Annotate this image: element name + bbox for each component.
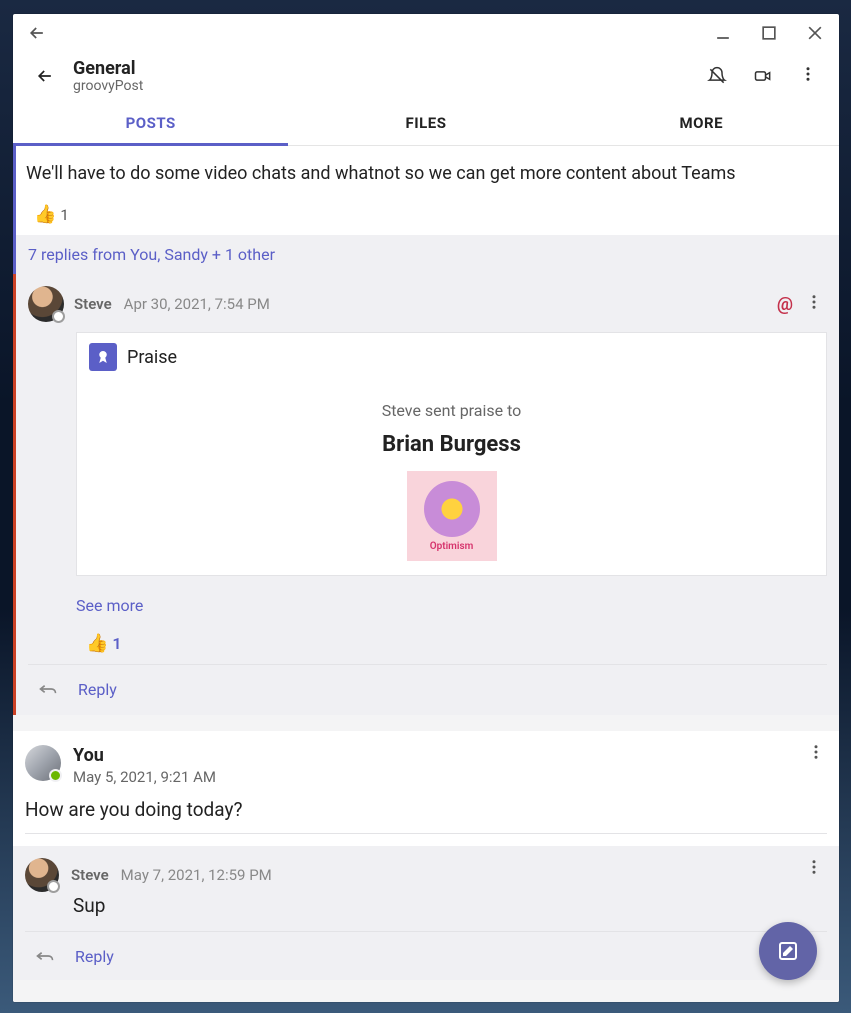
reply-arrow-icon — [31, 942, 59, 970]
post-more-icon[interactable] — [803, 743, 829, 765]
reply-arrow-icon — [34, 675, 62, 703]
minimize-button[interactable] — [709, 19, 737, 47]
channel-title: General — [73, 58, 703, 79]
compose-fab[interactable] — [759, 922, 817, 980]
maximize-button[interactable] — [755, 19, 783, 47]
avatar[interactable] — [25, 745, 61, 781]
praise-badge-icon — [89, 343, 117, 371]
reply-body: Sup — [25, 894, 827, 917]
mute-bell-icon[interactable] — [703, 62, 731, 90]
post-item: You May 5, 2021, 9:21 AM How are you doi… — [13, 731, 839, 846]
reply-reaction-count: 1 — [112, 634, 121, 653]
praise-subtitle: Steve sent praise to — [77, 401, 826, 420]
channel-header: General groovyPost — [13, 52, 839, 100]
reply-sender[interactable]: Steve — [71, 866, 109, 884]
team-subtitle: groovyPost — [73, 78, 703, 94]
reaction-count: 1 — [60, 206, 68, 224]
presence-offline-icon — [47, 880, 60, 893]
avatar[interactable] — [25, 858, 59, 892]
thread-root: We'll have to do some video chats and wh… — [13, 146, 839, 235]
reply-more-icon[interactable] — [801, 858, 827, 880]
tab-bar: POSTS FILES MORE — [13, 100, 839, 146]
avatar[interactable] — [28, 286, 64, 322]
praise-badge-label: Optimism — [430, 541, 474, 552]
app-window: General groovyPost POSTS FILES MORE We'l… — [13, 14, 839, 1002]
post-timestamp: May 5, 2021, 9:21 AM — [73, 768, 216, 786]
replies-summary[interactable]: 7 replies from You, Sandy + 1 other — [13, 235, 839, 274]
praise-card: Praise Steve sent praise to Brian Burges… — [76, 332, 827, 576]
thumbs-up-icon: 👍 — [86, 633, 108, 654]
video-meet-icon[interactable] — [749, 62, 777, 90]
thread-root-message: We'll have to do some video chats and wh… — [26, 162, 829, 186]
praise-title: Praise — [127, 347, 177, 368]
reply-button[interactable]: Reply — [75, 947, 114, 966]
header-more-icon[interactable] — [795, 65, 821, 87]
reply-item: Steve May 7, 2021, 12:59 PM Sup Reply — [13, 846, 839, 980]
reply-timestamp: Apr 30, 2021, 7:54 PM — [124, 295, 270, 313]
nav-back-icon[interactable] — [31, 62, 59, 90]
see-more-row: See more — [76, 596, 827, 615]
window-titlebar — [13, 14, 839, 52]
post-body: How are you doing today? — [25, 798, 827, 821]
close-button[interactable] — [801, 19, 829, 47]
tab-more[interactable]: MORE — [564, 100, 839, 145]
tab-files[interactable]: FILES — [288, 100, 563, 145]
reply-reaction-row[interactable]: 👍 1 — [86, 633, 827, 654]
presence-offline-icon — [52, 310, 65, 323]
reply-more-icon[interactable] — [801, 293, 827, 315]
reaction-row[interactable]: 👍 1 — [26, 204, 829, 225]
tab-posts[interactable]: POSTS — [13, 100, 288, 145]
back-icon[interactable] — [23, 19, 51, 47]
presence-available-icon — [49, 769, 62, 782]
thumbs-up-icon: 👍 — [34, 204, 56, 225]
praise-recipient: Brian Burgess — [77, 432, 826, 457]
see-more-link[interactable]: See more — [76, 596, 143, 615]
reply-sender[interactable]: Steve — [74, 295, 112, 313]
post-sender[interactable]: You — [73, 745, 216, 766]
mention-icon: @ — [777, 294, 793, 315]
reply-item: Steve Apr 30, 2021, 7:54 PM @ Praise — [13, 274, 839, 715]
reply-button[interactable]: Reply — [78, 680, 117, 699]
praise-badge-image: Optimism — [407, 471, 497, 561]
posts-scroll[interactable]: We'll have to do some video chats and wh… — [13, 146, 839, 1002]
reply-timestamp: May 7, 2021, 12:59 PM — [121, 866, 272, 884]
